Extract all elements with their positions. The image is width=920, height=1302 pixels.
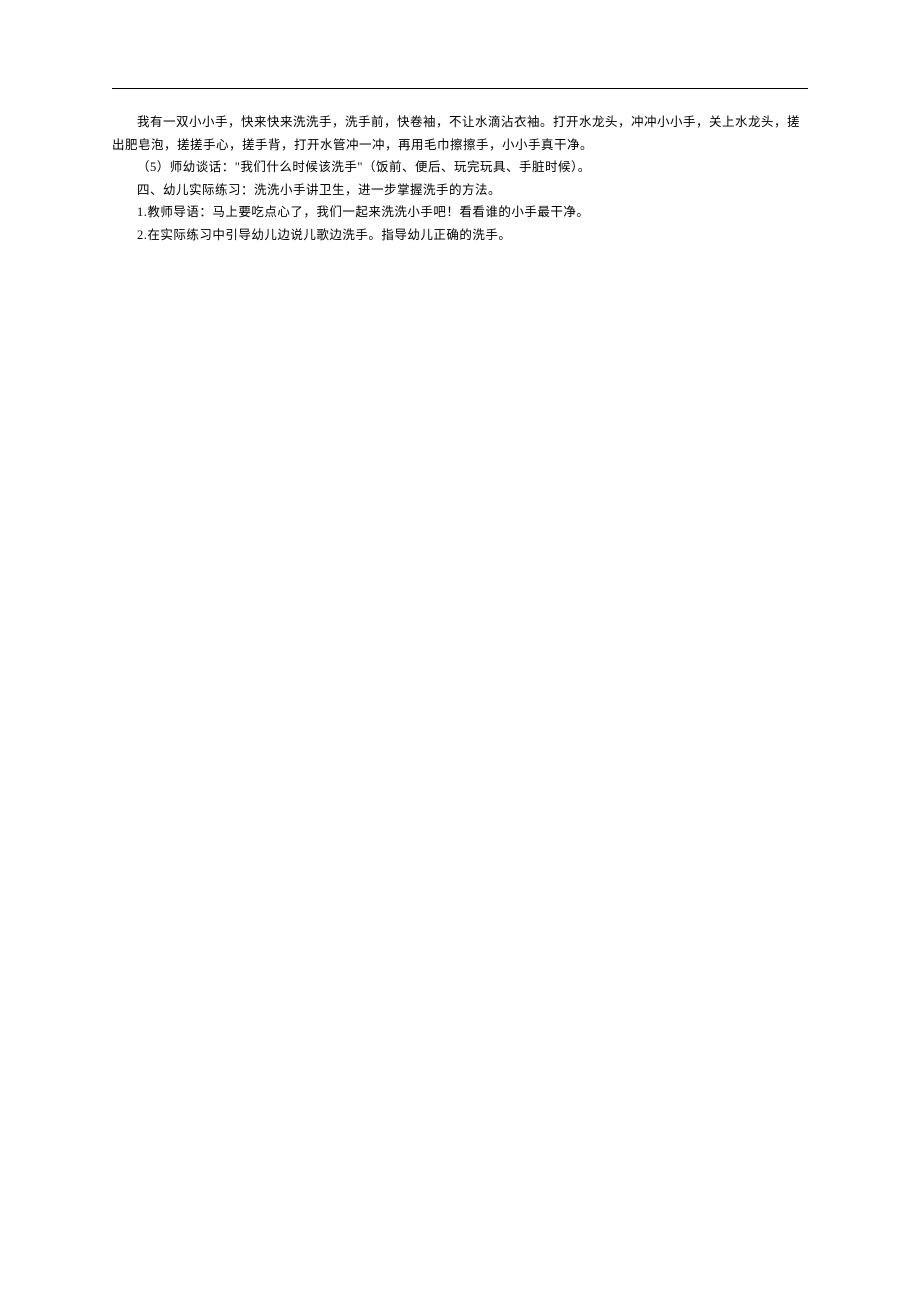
document-page: 我有一双小小手，快来快来洗洗手，洗手前，快卷袖，不让水滴沾衣袖。打开水龙头，冲冲… <box>0 0 920 246</box>
paragraph-item-2: 2.在实际练习中引导幼儿边说儿歌边洗手。指导幼儿正确的洗手。 <box>112 224 808 247</box>
paragraph-section-4: 四、幼儿实际练习：洗洗小手讲卫生，进一步掌握洗手的方法。 <box>112 179 808 202</box>
paragraph-item-5: （5）师幼谈话："我们什么时候该洗手"（饭前、便后、玩完玩具、手脏时候）。 <box>112 156 808 179</box>
paragraph-rhyme: 我有一双小小手，快来快来洗洗手，洗手前，快卷袖，不让水滴沾衣袖。打开水龙头，冲冲… <box>112 111 808 156</box>
horizontal-divider <box>112 88 808 89</box>
document-body: 我有一双小小手，快来快来洗洗手，洗手前，快卷袖，不让水滴沾衣袖。打开水龙头，冲冲… <box>112 111 808 246</box>
paragraph-item-1: 1.教师导语：马上要吃点心了，我们一起来洗洗小手吧！看看谁的小手最干净。 <box>112 201 808 224</box>
